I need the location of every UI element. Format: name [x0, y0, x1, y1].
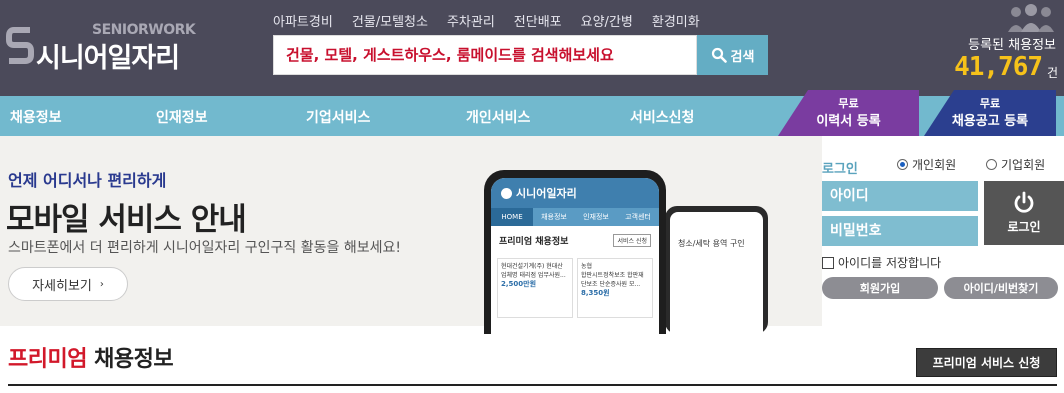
join-button[interactable]: 회원가입 — [822, 277, 938, 299]
phone-back-screen: 청소/세탁 용역 구인 — [670, 212, 763, 334]
quick-link-apartment-guard[interactable]: 아파트경비 — [273, 11, 333, 30]
phone-job-company: 농협 — [581, 263, 593, 270]
search-input[interactable] — [274, 36, 696, 74]
phone-job-card: 현대건설기계(주) 현대산 업체명 태리점 업무사원... 2,500만원 — [497, 258, 573, 318]
password-input[interactable]: 비밀번호 — [822, 216, 978, 246]
login-button[interactable]: 로그인 — [984, 181, 1064, 245]
radio-company-member[interactable]: 기업회원 — [986, 156, 1045, 173]
site-logo[interactable]: SENIORWORK 시니어일자리 — [6, 20, 196, 74]
nav-item-personal-service[interactable]: 개인서비스 — [466, 107, 530, 127]
checkbox-icon — [822, 256, 834, 269]
job-post-register-label: 채용공고 등록 — [951, 114, 1029, 129]
premium-service-apply-button[interactable]: 프리미엄 서비스 신청 — [916, 348, 1057, 377]
phone-mockup-back: 청소/세탁 용역 구인 — [665, 206, 768, 334]
job-count-label: 등록된 채용정보 — [968, 38, 1056, 53]
phone-tab-jobs: 채용정보 — [541, 213, 567, 221]
quick-link-building-cleaning[interactable]: 건물/모텔청소 — [352, 11, 428, 30]
search-icon — [711, 47, 727, 63]
radio-company-label: 기업회원 — [1001, 158, 1046, 172]
radio-unselected-icon — [986, 159, 997, 170]
login-title: 로그인 — [822, 162, 858, 177]
search-field — [273, 35, 697, 75]
logo-s-mark-icon — [6, 27, 34, 64]
nav-item-talent[interactable]: 인재정보 — [156, 107, 208, 127]
search-button[interactable]: 검색 — [697, 35, 768, 75]
login-button-label: 로그인 — [1007, 220, 1041, 234]
phone-job-salary: 8,350원 — [581, 289, 610, 297]
job-count-unit: 건 — [1046, 66, 1058, 80]
id-input[interactable]: 아이디 — [822, 181, 978, 211]
phone-tab-talent: 인재정보 — [583, 213, 609, 221]
people-icon — [1008, 4, 1054, 32]
app-logo-icon — [501, 187, 512, 199]
nav-item-service-apply[interactable]: 서비스신청 — [630, 107, 694, 127]
power-icon — [1014, 191, 1034, 213]
header: SENIORWORK 시니어일자리 아파트경비 건물/모텔청소 주차관리 전단배… — [0, 0, 1064, 96]
phone-job-company: 현대건설기계(주) 현대산 — [501, 263, 563, 270]
phone-job-title: 업체명 태리점 업무사원... — [501, 272, 566, 279]
quick-link-flyer[interactable]: 전단배포 — [514, 11, 562, 30]
banner-title: 모바일 서비스 안내 — [6, 202, 247, 238]
phone-front-screen: 시니어일자리 HOME 채용정보 인재정보 고객센터 프리미엄 채용정보 서비스… — [491, 178, 659, 334]
save-id-label: 아이디를 저장합니다 — [838, 256, 942, 270]
login-panel: 로그인 개인회원 기업회원 아이디 비밀번호 로그인 아이디를 저장합니다 회원… — [822, 136, 1064, 326]
resume-register-free-tag: 무료 — [838, 97, 859, 110]
quick-links: 아파트경비 건물/모텔청소 주차관리 전단배포 요양/간병 환경미화 — [273, 11, 719, 30]
phone-job-card: 농협 합판시트정착보조 합판재 단보조 단순증사원 모... 8,350원 — [577, 258, 653, 318]
premium-title-rest: 채용정보 — [86, 347, 174, 372]
radio-personal-member[interactable]: 개인회원 — [897, 156, 956, 173]
phone-tab-home: HOME — [491, 208, 533, 226]
premium-title-highlight: 프리미엄 — [8, 347, 87, 372]
premium-section-title: 프리미엄 채용정보 — [8, 341, 174, 373]
job-post-register-free-tag: 무료 — [979, 97, 1001, 110]
phone-mockup-front: 시니어일자리 HOME 채용정보 인재정보 고객센터 프리미엄 채용정보 서비스… — [484, 170, 666, 334]
section-divider — [8, 384, 1057, 386]
logo-korean: 시니어일자리 — [36, 43, 180, 74]
phone-app-tabs: HOME 채용정보 인재정보 고객센터 — [491, 208, 659, 226]
save-id-checkbox[interactable]: 아이디를 저장합니다 — [822, 254, 941, 271]
search-button-label: 검색 — [730, 49, 755, 65]
banner-more-label: 자세히보기 — [32, 278, 92, 294]
job-count-widget: 등록된 채용정보 41,767 건 — [948, 4, 1060, 88]
phone-job-salary: 2,500만원 — [501, 280, 537, 288]
job-count-value: 41,767 — [954, 52, 1043, 82]
quick-link-care[interactable]: 요양/간병 — [581, 11, 633, 30]
mobile-service-banner: 언제 어디서나 편리하게 모바일 서비스 안내 스마트폰에서 더 편리하게 시니… — [0, 136, 822, 334]
phone-back-title: 청소/세탁 용역 구인 — [678, 239, 745, 248]
radio-selected-icon — [897, 159, 908, 170]
phone-job-title: 합판시트정착보조 합판재 단보조 단순증사원 모... — [581, 272, 644, 288]
find-account-button[interactable]: 아이디/비번찾기 — [944, 277, 1058, 299]
resume-register-label: 이력서 등록 — [816, 114, 881, 129]
nav-item-jobs[interactable]: 채용정보 — [10, 107, 62, 127]
banner-description: 스마트폰에서 더 편리하게 시니어일자리 구인구직 활동을 해보세요! — [8, 240, 401, 256]
quick-link-sanitation[interactable]: 환경미화 — [652, 11, 700, 30]
banner-subtitle: 언제 어디서나 편리하게 — [8, 171, 167, 190]
phone-app-header: 시니어일자리 — [491, 178, 659, 208]
banner-more-button[interactable]: 자세히보기 › — [8, 267, 128, 301]
radio-personal-label: 개인회원 — [912, 158, 957, 172]
phone-service-button: 서비스 신청 — [613, 234, 651, 247]
phone-app-title: 시니어일자리 — [516, 187, 577, 200]
phone-tab-support: 고객센터 — [625, 213, 651, 221]
chevron-right-icon: › — [99, 278, 104, 290]
quick-link-parking[interactable]: 주차관리 — [447, 11, 495, 30]
nav-item-company-service[interactable]: 기업서비스 — [306, 107, 370, 127]
